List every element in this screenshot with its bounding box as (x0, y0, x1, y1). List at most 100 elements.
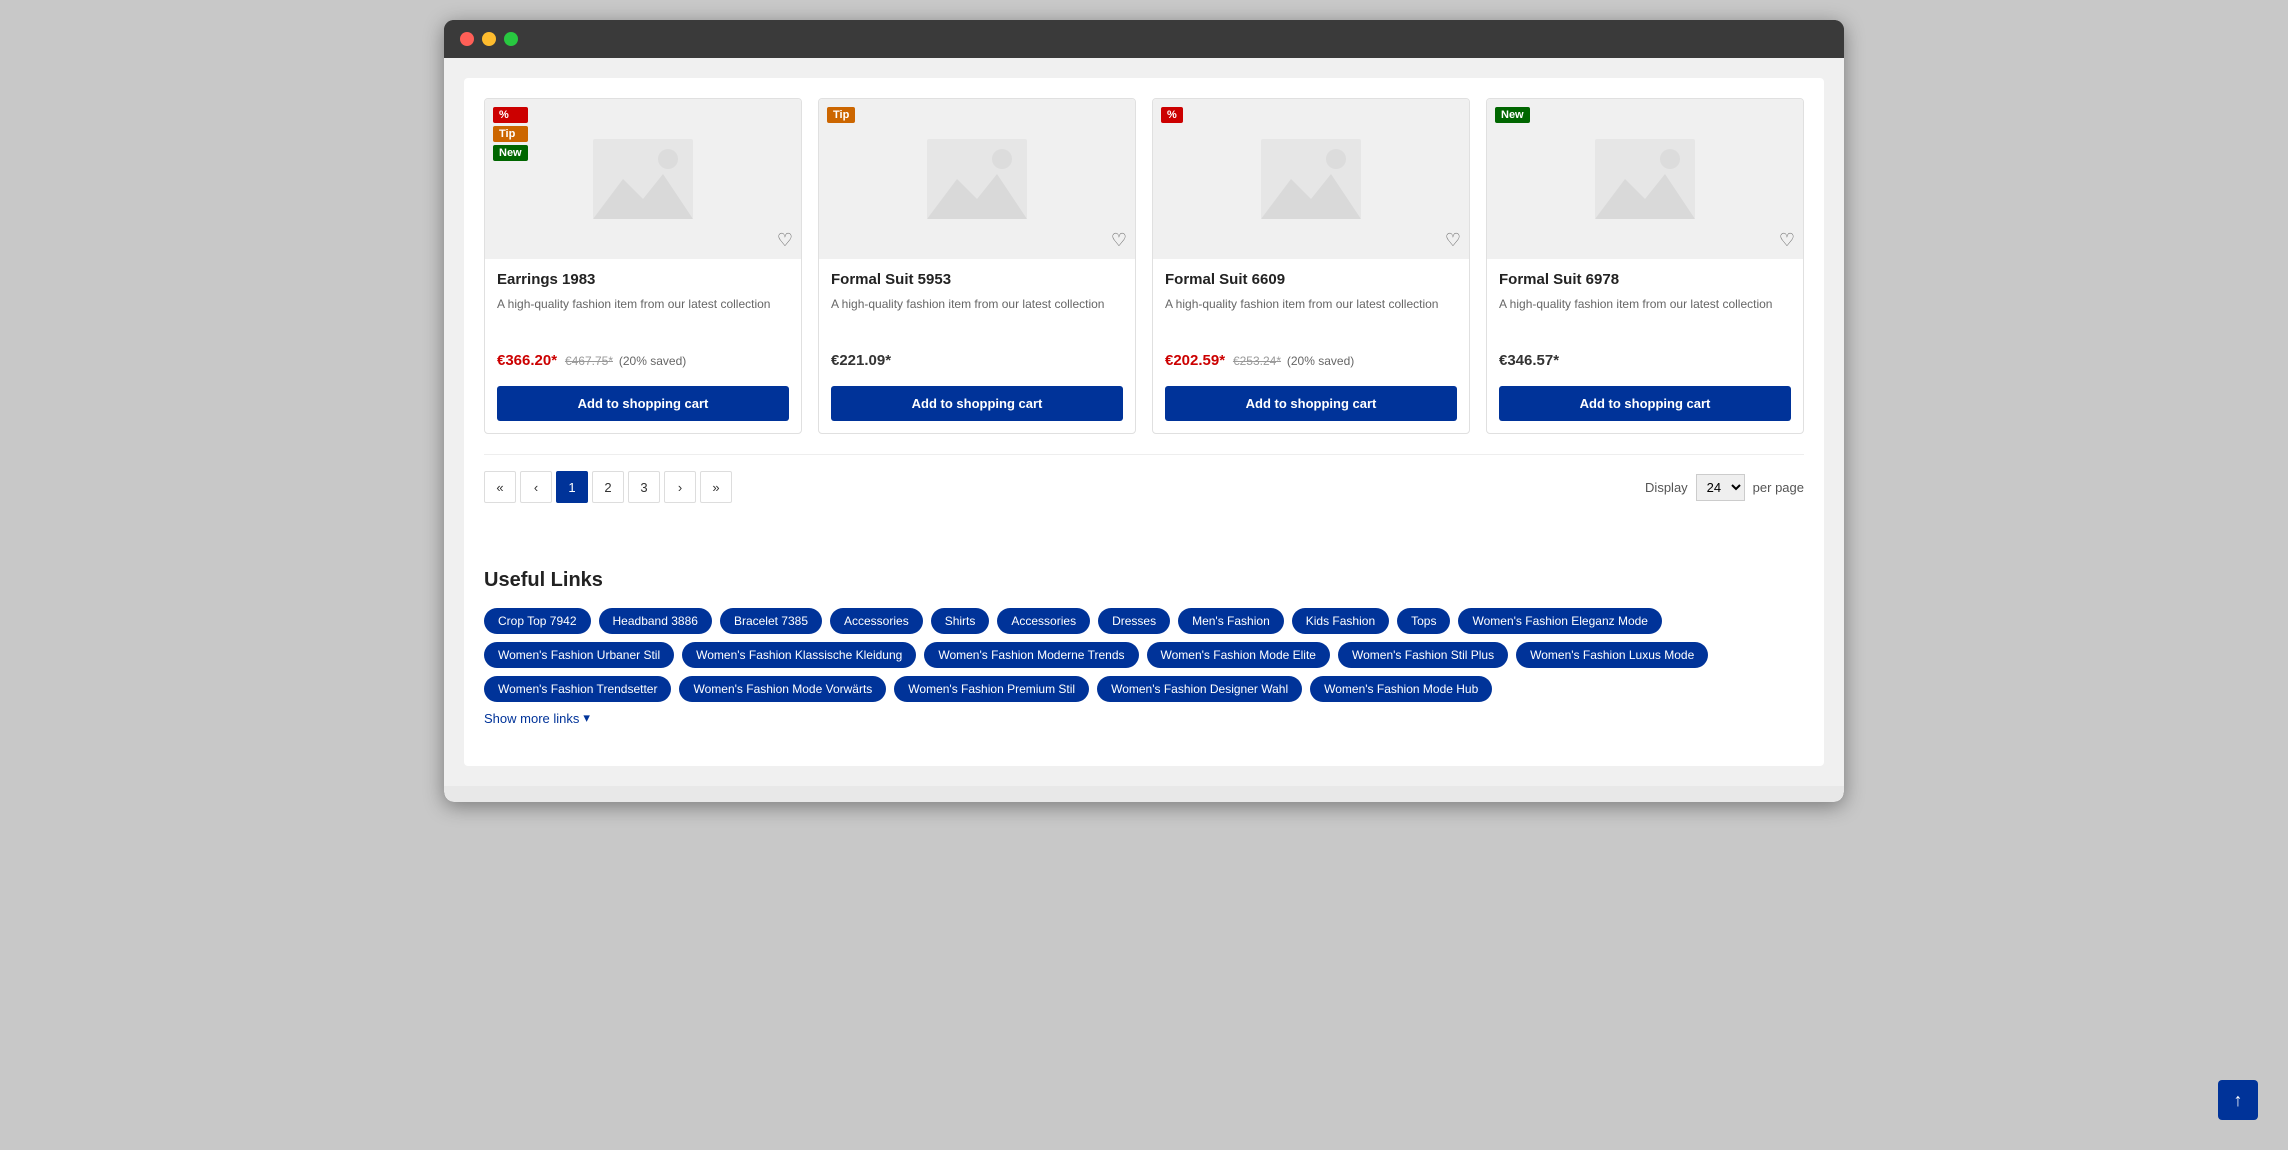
link-pill[interactable]: Tops (1397, 608, 1450, 634)
chevron-down-icon: ▾ (583, 710, 590, 726)
badge-container: New (1495, 107, 1530, 123)
price-current: €221.09* (831, 352, 891, 369)
wishlist-button[interactable]: ♡ (1779, 230, 1795, 251)
link-pill[interactable]: Women's Fashion Eleganz Mode (1458, 608, 1662, 634)
next-page-button[interactable]: › (664, 471, 696, 503)
minimize-button[interactable] (482, 32, 496, 46)
page-1-button[interactable]: 1 (556, 471, 588, 503)
browser-toolbar (444, 20, 1844, 58)
product-image-placeholder (1153, 99, 1469, 259)
link-pill[interactable]: Women's Fashion Premium Stil (894, 676, 1089, 702)
show-more-label: Show more links (484, 711, 579, 726)
product-grid: % Tip New ♡ Earrings 1983 A high-quality f… (484, 98, 1804, 434)
link-pill[interactable]: Women's Fashion Mode Hub (1310, 676, 1492, 702)
link-pill[interactable]: Women's Fashion Trendsetter (484, 676, 671, 702)
useful-links-section: Useful Links Crop Top 7942 Headband 3886 B… (484, 549, 1804, 746)
wishlist-button[interactable]: ♡ (1445, 230, 1461, 251)
badge-tip: Tip (493, 126, 528, 142)
product-card-formal-suit-6978: New ♡ Formal Suit 6978 A high-quality fa… (1486, 98, 1804, 434)
useful-links-title: Useful Links (484, 569, 1804, 592)
link-pill[interactable]: Accessories (830, 608, 923, 634)
product-card-earrings-1983: %TipNew ♡ Earrings 1983 A high-quality f… (484, 98, 802, 434)
product-image-placeholder (1487, 99, 1803, 259)
product-info: Earrings 1983 A high-quality fashion ite… (485, 259, 801, 433)
browser-window: % Tip New ♡ Earrings 1983 A high-quality f… (444, 20, 1844, 802)
add-to-cart-button[interactable]: Add to shopping cart (1165, 386, 1457, 421)
badge-percent: % (493, 107, 528, 123)
links-row-2: Women's Fashion Urbaner Stil Women's Fash… (484, 642, 1804, 668)
link-pill[interactable]: Women's Fashion Mode Elite (1147, 642, 1330, 668)
add-to-cart-button[interactable]: Add to shopping cart (497, 386, 789, 421)
product-image-placeholder (485, 99, 801, 259)
badge-container: %TipNew (493, 107, 528, 161)
product-price-area: €221.09* (831, 352, 1123, 376)
product-image-wrapper: Tip ♡ (819, 99, 1135, 259)
link-pill[interactable]: Women's Fashion Urbaner Stil (484, 642, 674, 668)
links-row-1: Crop Top 7942 Headband 3886 Bracelet 7385 A… (484, 608, 1804, 634)
price-current: €202.59* (1165, 352, 1225, 369)
product-name: Formal Suit 5953 (831, 271, 1123, 288)
badge-container: Tip (827, 107, 855, 123)
pagination: « ‹ 1 2 3 › » (484, 471, 732, 503)
product-description: A high-quality fashion item from our lat… (497, 296, 789, 336)
price-original: €253.24* (1233, 354, 1281, 368)
product-info: Formal Suit 6609 A high-quality fashion … (1153, 259, 1469, 433)
price-savings: (20% saved) (1287, 354, 1354, 368)
wishlist-button[interactable]: ♡ (1111, 230, 1127, 251)
product-image-wrapper: New ♡ (1487, 99, 1803, 259)
product-description: A high-quality fashion item from our lat… (1165, 296, 1457, 336)
product-name: Earrings 1983 (497, 271, 789, 288)
pagination-area: « ‹ 1 2 3 › » Display 12243648 per page (484, 454, 1804, 519)
product-price-area: €366.20* €467.75* (20% saved) (497, 352, 789, 376)
maximize-button[interactable] (504, 32, 518, 46)
arrow-up-icon: ↑ (2234, 1090, 2243, 1111)
link-pill[interactable]: Dresses (1098, 608, 1170, 634)
product-name: Formal Suit 6609 (1165, 271, 1457, 288)
product-price-area: €202.59* €253.24* (20% saved) (1165, 352, 1457, 376)
link-pill[interactable]: Headband 3886 (599, 608, 712, 634)
links-row-3: Women's Fashion Trendsetter Women's Fashi… (484, 676, 1804, 702)
product-description: A high-quality fashion item from our lat… (1499, 296, 1791, 336)
product-info: Formal Suit 5953 A high-quality fashion … (819, 259, 1135, 433)
link-pill[interactable]: Women's Fashion Klassische Kleidung (682, 642, 916, 668)
add-to-cart-button[interactable]: Add to shopping cart (831, 386, 1123, 421)
add-to-cart-button[interactable]: Add to shopping cart (1499, 386, 1791, 421)
link-pill[interactable]: Kids Fashion (1292, 608, 1389, 634)
link-pill[interactable]: Women's Fashion Designer Wahl (1097, 676, 1302, 702)
link-pill[interactable]: Women's Fashion Mode Vorwärts (679, 676, 886, 702)
browser-content: % Tip New ♡ Earrings 1983 A high-quality f… (444, 58, 1844, 786)
wishlist-button[interactable]: ♡ (777, 230, 793, 251)
scroll-to-top-button[interactable]: ↑ (2218, 1080, 2258, 1120)
page-3-button[interactable]: 3 (628, 471, 660, 503)
display-label: Display (1645, 480, 1688, 495)
close-button[interactable] (460, 32, 474, 46)
price-savings: (20% saved) (619, 354, 686, 368)
badge-percent: % (1161, 107, 1183, 123)
per-page-select[interactable]: 12243648 (1696, 474, 1745, 501)
product-card-formal-suit-6609: % ♡ Formal Suit 6609 A high-quality fash… (1152, 98, 1470, 434)
first-page-button[interactable]: « (484, 471, 516, 503)
link-pill[interactable]: Women's Fashion Luxus Mode (1516, 642, 1708, 668)
link-pill[interactable]: Women's Fashion Stil Plus (1338, 642, 1508, 668)
product-image-placeholder (819, 99, 1135, 259)
prev-page-button[interactable]: ‹ (520, 471, 552, 503)
bottom-bar (444, 786, 1844, 802)
per-page-area: Display 12243648 per page (1645, 474, 1804, 501)
last-page-button[interactable]: » (700, 471, 732, 503)
badge-container: % (1161, 107, 1183, 123)
product-image-wrapper: %TipNew ♡ (485, 99, 801, 259)
per-page-label: per page (1753, 480, 1804, 495)
show-more-links-button[interactable]: Show more links ▾ (484, 710, 590, 726)
page-2-button[interactable]: 2 (592, 471, 624, 503)
link-pill[interactable]: Women's Fashion Moderne Trends (924, 642, 1138, 668)
price-original: €467.75* (565, 354, 613, 368)
link-pill[interactable]: Shirts (931, 608, 990, 634)
link-pill[interactable]: Accessories (997, 608, 1090, 634)
product-price-area: €346.57* (1499, 352, 1791, 376)
link-pill[interactable]: Bracelet 7385 (720, 608, 822, 634)
product-card-formal-suit-5953: Tip ♡ Formal Suit 5953 A high-quality fa… (818, 98, 1136, 434)
link-pill[interactable]: Crop Top 7942 (484, 608, 591, 634)
page-content: % Tip New ♡ Earrings 1983 A high-quality f… (464, 78, 1824, 766)
product-name: Formal Suit 6978 (1499, 271, 1791, 288)
link-pill[interactable]: Men's Fashion (1178, 608, 1284, 634)
